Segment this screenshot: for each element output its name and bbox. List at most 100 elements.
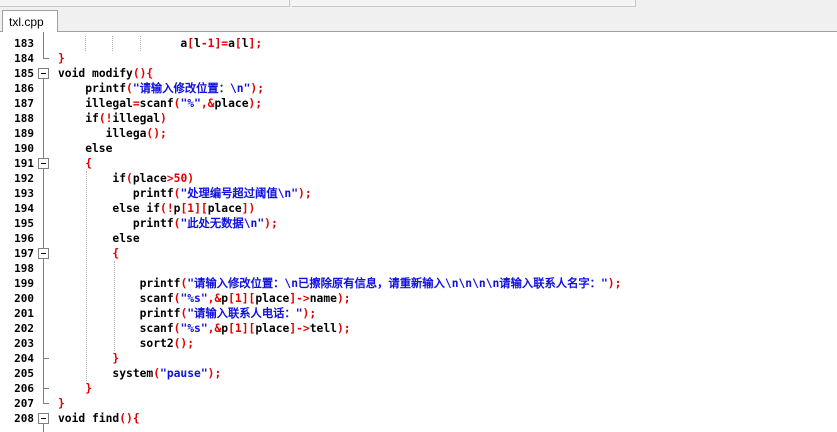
code-line[interactable]: 207} [0,396,837,411]
code-line[interactable]: 186 printf("请输入修改位置：\n"); [0,81,837,96]
line-number: 205 [14,367,34,380]
code-line[interactable]: 185 void modify(){ [0,66,837,81]
code-token: ]) [241,202,256,215]
line-number: 203 [14,337,34,350]
code-token: printf [58,277,181,290]
code-token: (! [160,202,174,215]
line-number: 193 [14,187,34,200]
code-token: "请输入修改位置：\n已擦除原有信息，请重新输入\n\n\n\n请输入联系人名字… [187,277,608,290]
code-text: printf("请输入修改位置：\n已擦除原有信息，请重新输入\n\n\n\n请… [58,276,622,291]
code-text: printf("处理编号超过阈值\n"); [58,186,312,201]
code-token: ); [250,82,265,95]
code-token: ); [207,367,222,380]
code-line[interactable]: 190 else [0,141,837,156]
code-line[interactable]: 188 if(!illegal) [0,111,837,126]
code-token: "pause" [160,367,208,380]
code-token: "请输入修改位置：\n" [132,82,251,95]
code-token: printf [58,187,174,200]
code-line[interactable]: 192 if(place>50) [0,171,837,186]
code-text: a[l-1]=a[l]; [58,36,262,51]
code-text: void modify(){ [58,66,153,81]
line-number: 190 [14,142,34,155]
code-text: } [58,51,65,66]
code-token: (){ [119,412,140,425]
code-token: } [58,397,65,410]
code-line[interactable]: 194 else if(!p[1][place]) [0,201,837,216]
fold-end-mark [43,388,49,389]
code-token: ); [607,277,622,290]
code-token: sort2 [58,337,174,350]
line-number: 188 [14,112,34,125]
code-editor[interactable]: 183 a[l-1]=a[l]; 184} 185 void modify(){186… [0,32,837,432]
code-token: scanf [58,322,174,335]
code-token: [ [234,37,242,50]
line-number: 191 [14,157,34,170]
code-token: ]; [248,37,263,50]
code-token: illegal [112,112,161,125]
code-line[interactable]: 191 { [0,156,837,171]
code-token: (); [173,337,195,350]
code-text: else [58,141,112,156]
code-token: > [166,172,174,185]
fold-toggle-icon[interactable] [38,248,49,259]
code-line[interactable]: 200 scanf("%s",&p[1][place]->name); [0,291,837,306]
indent-guide [114,261,115,351]
code-line[interactable]: 199 printf("请输入修改位置：\n已擦除原有信息，请重新输入\n\n\… [0,276,837,291]
code-token: ( [126,172,133,185]
code-token: ) [160,112,167,125]
code-line[interactable]: 183 a[l-1]=a[l]; [0,36,837,51]
code-token: place [255,292,290,305]
code-line[interactable]: 184} [0,51,837,66]
fold-line [43,424,44,432]
indent-guide [86,171,87,381]
code-line[interactable]: 193 printf("处理编号超过阈值\n"); [0,186,837,201]
code-line[interactable]: 197 { [0,246,837,261]
line-number: 185 [14,67,34,80]
code-token: 1 [234,292,242,305]
code-token: else [58,142,113,155]
code-text: printf("请输入联系人电话："); [58,306,317,321]
code-line[interactable]: 201 printf("请输入联系人电话："); [0,306,837,321]
code-line[interactable]: 196 else [0,231,837,246]
code-line[interactable]: 204 } [0,351,837,366]
indent-guide [85,36,86,51]
code-token: printf [58,82,127,95]
code-token: [ [228,292,235,305]
code-line[interactable]: 189 illega(); [0,126,837,141]
tab-strip: txl.cpp [0,8,837,33]
code-token: } [58,382,93,395]
fold-toggle-icon[interactable] [38,158,49,169]
code-token: (); [146,127,167,140]
code-text: } [58,381,92,396]
code-token: ) [187,172,195,185]
tab-txl-cpp[interactable]: txl.cpp [2,10,58,33]
line-number: 202 [14,322,34,335]
code-text: scanf("%s",&p[1][place]->tell); [58,321,351,336]
fold-line [43,32,44,58]
code-line[interactable]: 208 void find(){ [0,411,837,426]
code-text: void find(){ [58,411,140,426]
code-token: place [132,172,167,185]
code-line[interactable]: 187 illegal=scanf("%",&place); [0,96,837,111]
code-token: - [200,37,208,50]
code-text: illegal=scanf("%",&place); [58,96,262,111]
line-number: 207 [14,397,34,410]
line-number: 183 [14,37,34,50]
line-number: 192 [14,172,34,185]
code-token: if [58,172,127,185]
fold-toggle-icon[interactable] [38,413,49,424]
code-line[interactable]: 205 system("pause"); [0,366,837,381]
code-line[interactable]: 202 scanf("%s",&p[1][place]->tell); [0,321,837,336]
toolbar-segment [292,0,636,7]
code-token: "处理编号超过阈值\n" [180,187,299,200]
code-line[interactable]: 198 [0,261,837,276]
line-number: 201 [14,307,34,320]
line-number: 194 [14,202,34,215]
code-line[interactable]: 206 } [0,381,837,396]
code-line[interactable]: 203 sort2(); [0,336,837,351]
fold-end-mark [43,358,49,359]
indent-guide [112,36,113,51]
fold-toggle-icon[interactable] [38,68,49,79]
code-line[interactable]: 195 printf("此处无数据\n"); [0,216,837,231]
line-number: 206 [14,382,34,395]
